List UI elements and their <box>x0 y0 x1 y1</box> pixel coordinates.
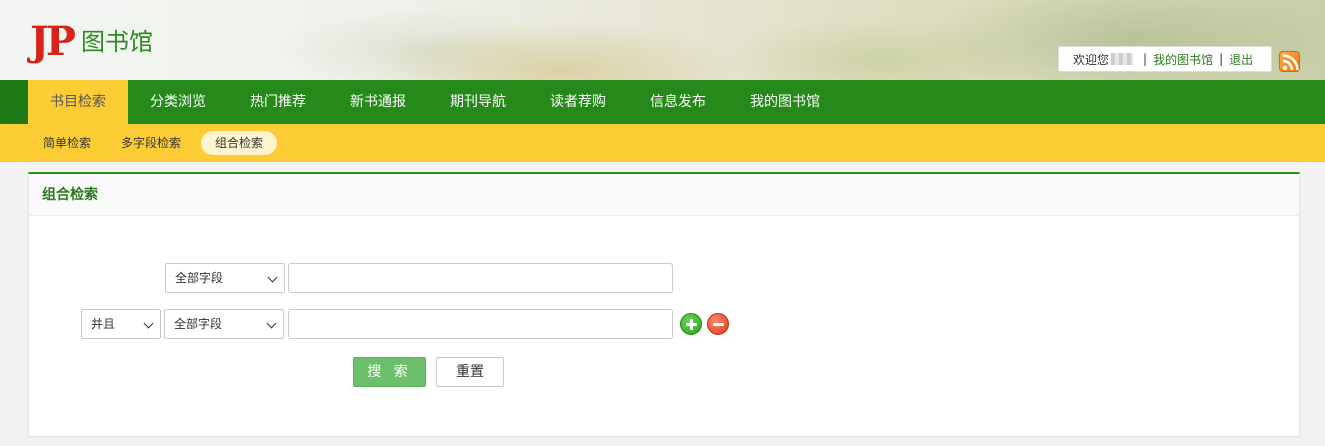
add-row-icon[interactable] <box>680 313 702 335</box>
subnav-combined-search[interactable]: 组合检索 <box>201 131 278 155</box>
logo-text: 图书馆 <box>81 28 154 56</box>
search-button[interactable]: 搜 索 <box>353 357 426 387</box>
subnav-multi-field-search[interactable]: 多字段检索 <box>111 131 191 155</box>
row2-logic-select[interactable]: 并且 <box>81 309 161 339</box>
subnav-simple-search[interactable]: 简单检索 <box>33 131 101 155</box>
logo-mark: JP <box>30 18 76 65</box>
chevron-down-icon <box>266 318 277 329</box>
nav-item-popular[interactable]: 热门推荐 <box>228 80 328 124</box>
sub-nav: 简单检索 多字段检索 组合检索 <box>0 124 1325 162</box>
row2-field-select-value: 全部字段 <box>174 317 223 331</box>
nav-item-my-library[interactable]: 我的图书馆 <box>728 80 842 124</box>
page-header: JP 图书馆 欢迎您 | 我的图书馆 | 退出 <box>0 0 1325 80</box>
remove-row-icon[interactable] <box>707 313 729 335</box>
reset-button[interactable]: 重置 <box>436 357 504 387</box>
nav-item-reader-recommend[interactable]: 读者荐购 <box>528 80 628 124</box>
row1-query-input[interactable] <box>288 263 673 293</box>
rss-icon[interactable] <box>1279 51 1300 72</box>
chevron-down-icon <box>267 272 278 283</box>
username-masked <box>1111 53 1134 65</box>
row2-field-select[interactable]: 全部字段 <box>164 309 284 339</box>
separator: | <box>1219 52 1224 66</box>
welcome-text: 欢迎您 <box>1073 52 1110 67</box>
user-bar: 欢迎您 | 我的图书馆 | 退出 <box>1058 46 1272 72</box>
nav-item-new-books[interactable]: 新书通报 <box>328 80 428 124</box>
separator: | <box>1143 52 1148 66</box>
row1-field-select-value: 全部字段 <box>175 271 224 285</box>
chevron-down-icon <box>143 318 154 329</box>
row2-query-input[interactable] <box>288 309 673 339</box>
nav-item-news[interactable]: 信息发布 <box>628 80 728 124</box>
my-library-link[interactable]: 我的图书馆 <box>1153 51 1213 68</box>
panel-title: 组合检索 <box>29 174 1299 216</box>
nav-item-category-browse[interactable]: 分类浏览 <box>128 80 228 124</box>
combined-search-panel: 组合检索 全部字段 并且 全部字段 搜 索 重置 <box>28 172 1300 437</box>
nav-item-catalog-search[interactable]: 书目检索 <box>28 80 128 124</box>
row2-logic-select-value: 并且 <box>91 317 116 331</box>
site-logo[interactable]: JP 图书馆 <box>30 20 153 64</box>
logout-link[interactable]: 退出 <box>1229 51 1253 68</box>
row1-field-select[interactable]: 全部字段 <box>165 263 285 293</box>
main-nav: 书目检索 分类浏览 热门推荐 新书通报 期刊导航 读者荐购 信息发布 我的图书馆 <box>0 80 1325 124</box>
nav-item-journals[interactable]: 期刊导航 <box>428 80 528 124</box>
